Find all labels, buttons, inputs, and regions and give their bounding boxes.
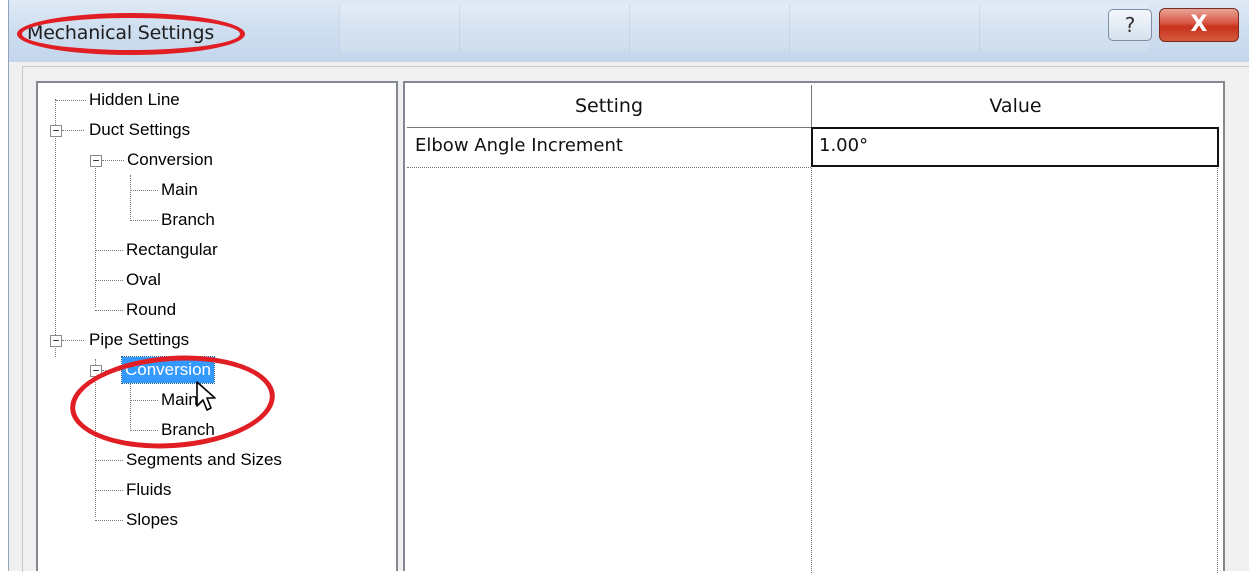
tree-connector [130, 175, 131, 219]
column-header-value[interactable]: Value [812, 85, 1219, 127]
grid-line [1217, 127, 1218, 573]
settings-grid[interactable]: Setting Value Elbow Angle Increment 1.00… [403, 81, 1225, 573]
tree-item-label: Main [161, 180, 198, 199]
column-header-setting[interactable]: Setting [407, 85, 812, 127]
grid-header: Setting Value [407, 85, 1219, 128]
close-button[interactable]: X [1159, 8, 1239, 42]
help-button[interactable]: ? [1108, 9, 1152, 41]
tree-item-label: Oval [126, 270, 161, 289]
tree-connector [95, 159, 96, 307]
tree-item-label: Conversion [127, 150, 213, 169]
tree-item-label: Fluids [126, 480, 172, 499]
collapse-icon[interactable]: − [50, 125, 62, 137]
setting-cell-elbow-angle: Elbow Angle Increment [415, 135, 623, 156]
mouse-pointer-icon [196, 381, 216, 411]
value-field-elbow-angle[interactable]: 1.00° [811, 127, 1219, 167]
question-mark-icon: ? [1124, 13, 1136, 37]
tree-item-label: Branch [161, 210, 215, 229]
value-text: 1.00° [819, 135, 869, 156]
tree-item-label: Rectangular [126, 240, 218, 259]
tree-item-label: Pipe Settings [89, 330, 190, 349]
tree-item-label: Segments and Sizes [126, 450, 282, 469]
tree-item-label: Hidden Line [89, 90, 180, 109]
tree-connector [55, 99, 56, 357]
tree-item-label: Slopes [126, 510, 178, 529]
settings-tree[interactable]: Hidden Line − Duct Settings − Conversion… [36, 81, 398, 571]
background-ribbon [339, 4, 1149, 54]
collapse-icon[interactable]: − [90, 155, 102, 167]
title-bar[interactable]: Mechanical Settings ? X [8, 0, 1249, 62]
tree-item-label: Duct Settings [89, 120, 191, 139]
grid-line [811, 127, 812, 573]
collapse-icon[interactable]: − [50, 335, 62, 347]
tree-item-label: Round [126, 300, 177, 319]
close-x-icon: X [1190, 12, 1208, 37]
annotation-circle-title [17, 13, 245, 55]
